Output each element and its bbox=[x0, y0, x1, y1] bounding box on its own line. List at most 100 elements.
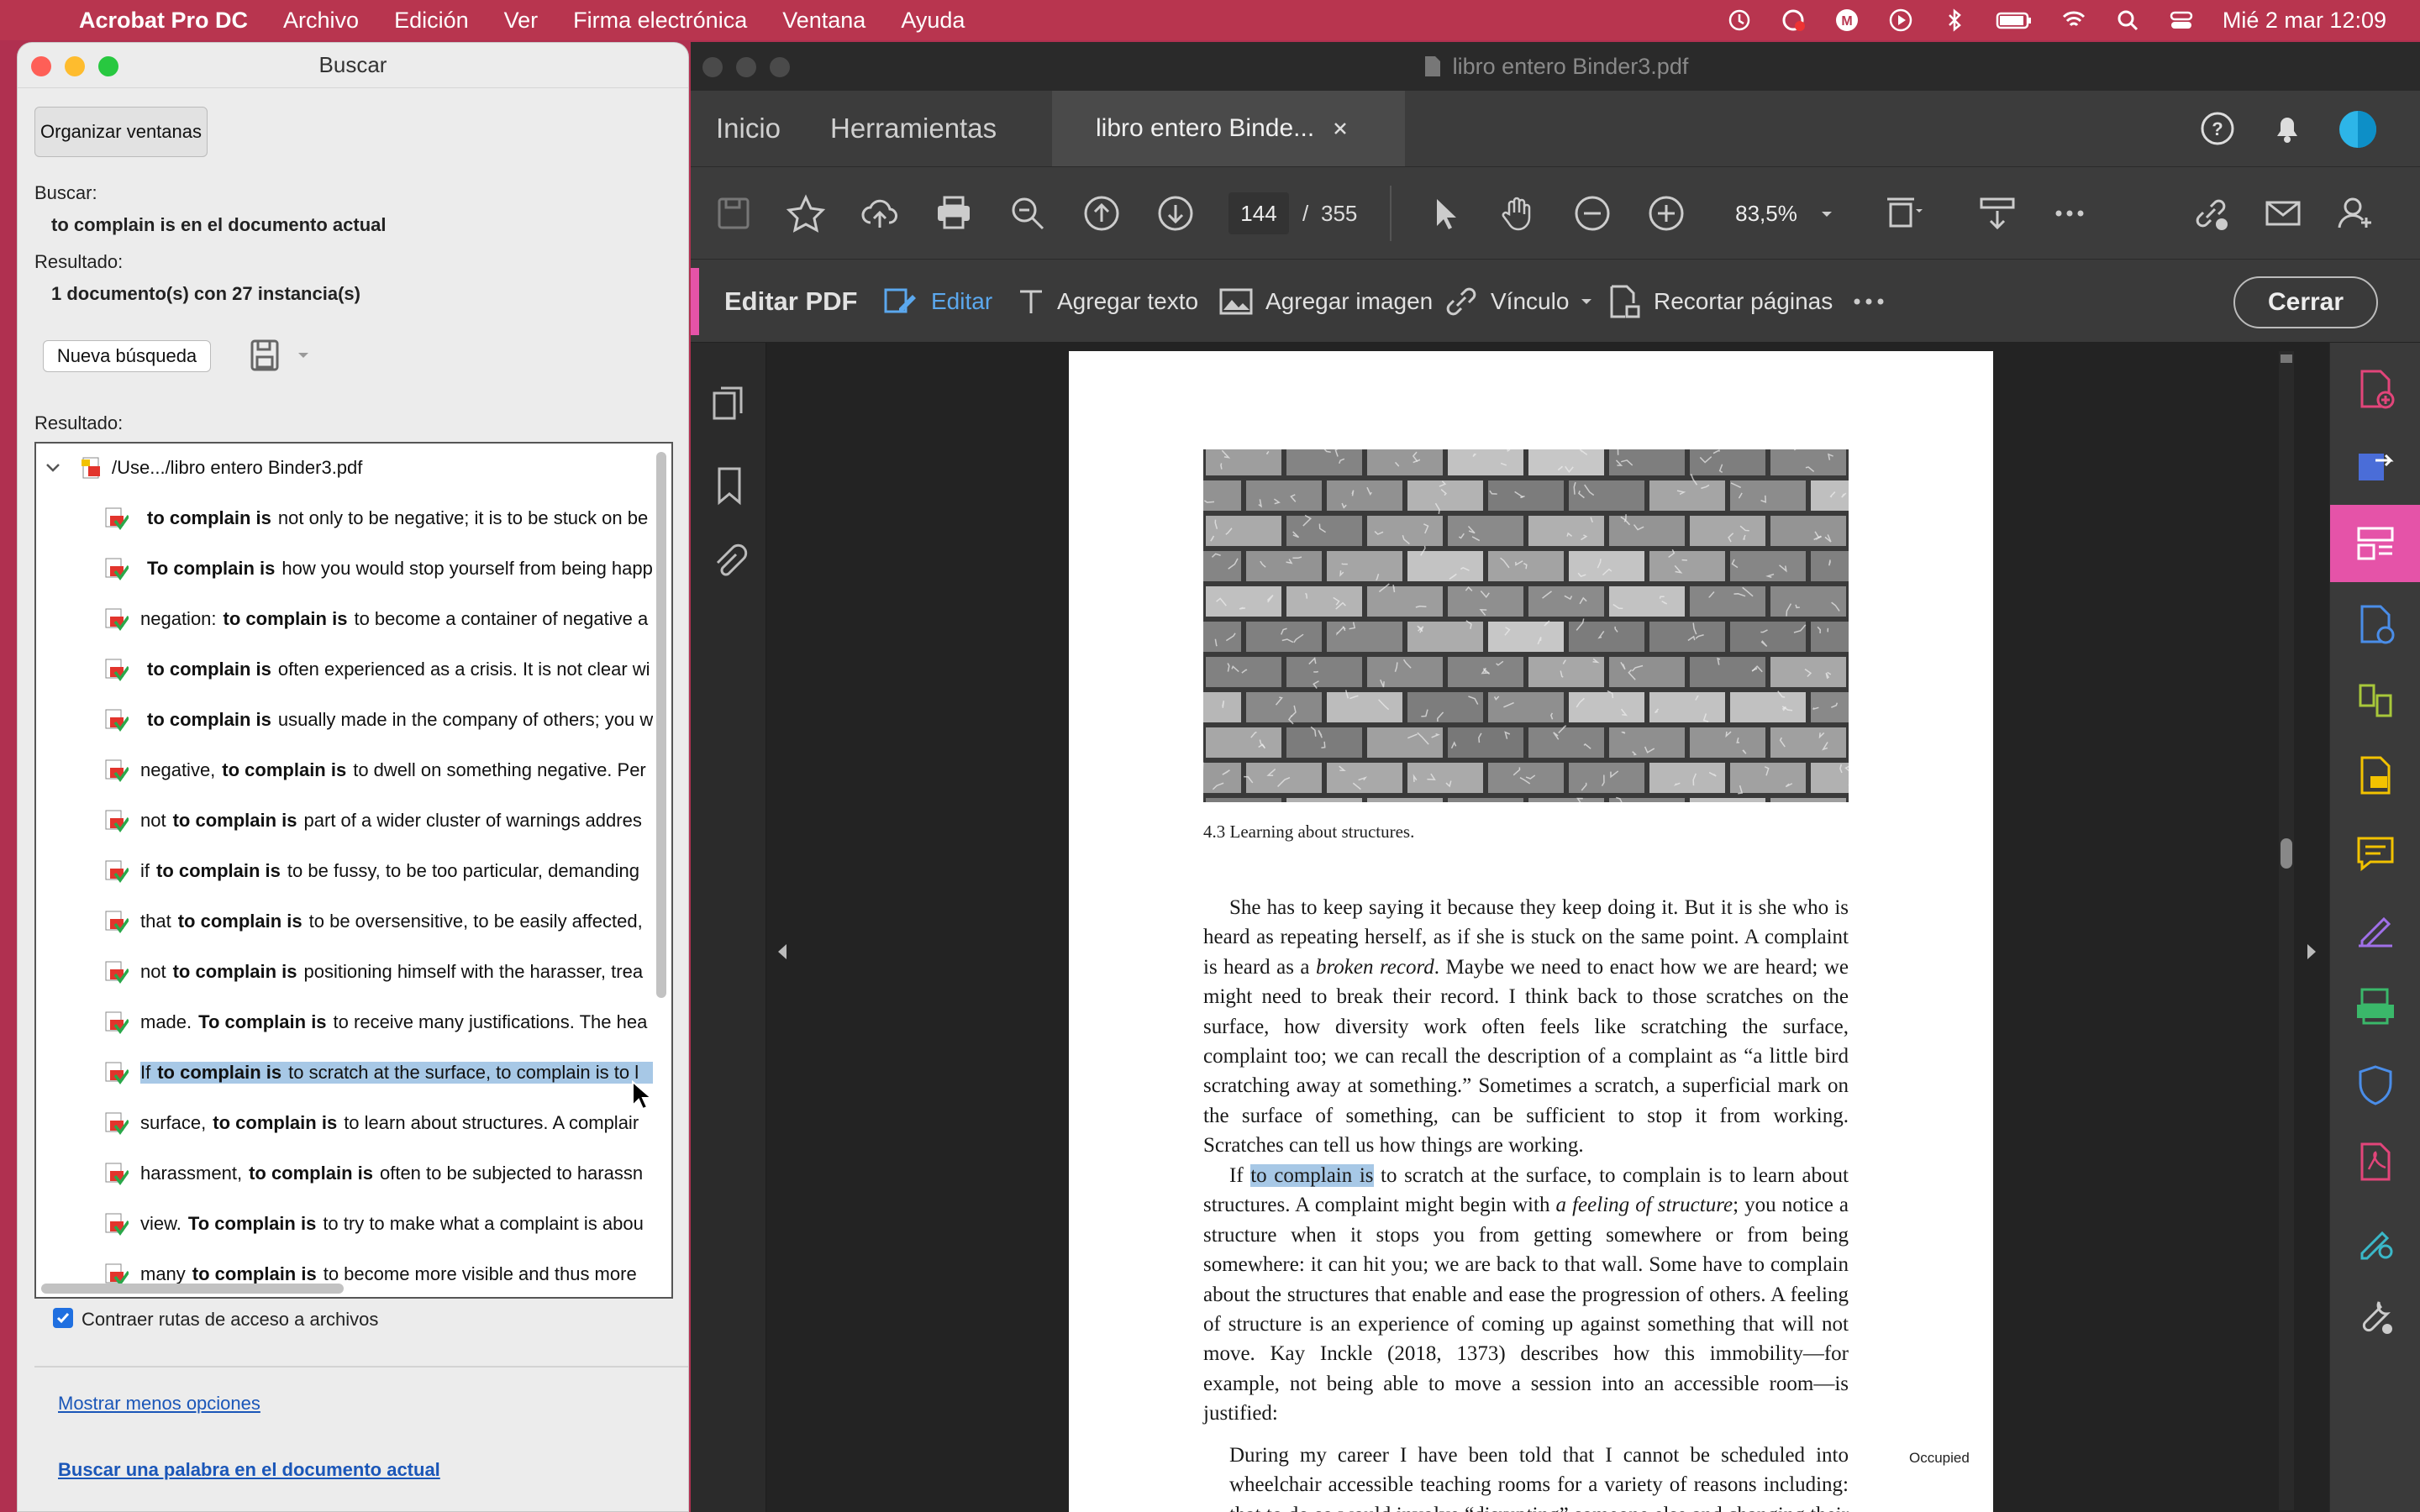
fewer-options-link[interactable]: Mostrar menos opciones bbox=[58, 1393, 260, 1415]
export-pdf-icon[interactable] bbox=[2354, 445, 2397, 489]
new-search-button[interactable]: Nueva búsqueda bbox=[43, 340, 211, 372]
bookmark-icon[interactable] bbox=[713, 465, 746, 507]
comment-icon[interactable] bbox=[2354, 832, 2397, 875]
results-list[interactable]: /Use.../libro entero Binder3.pdf to comp… bbox=[34, 442, 673, 1299]
tab-inicio[interactable]: Inicio bbox=[716, 91, 781, 166]
comment-file-icon[interactable] bbox=[2354, 754, 2397, 798]
zoom-search-icon[interactable] bbox=[1007, 192, 1049, 234]
save-icon[interactable] bbox=[250, 339, 280, 372]
collapse-paths-checkbox[interactable] bbox=[53, 1308, 73, 1328]
star-icon[interactable] bbox=[785, 192, 827, 234]
control-center-icon[interactable] bbox=[2169, 8, 2194, 33]
next-page-icon[interactable] bbox=[1155, 192, 1197, 234]
battery-icon[interactable] bbox=[1996, 8, 2033, 33]
link-button[interactable]: Vínculo bbox=[1444, 260, 1592, 344]
more-tools-wrench-icon[interactable] bbox=[2354, 1295, 2397, 1339]
collapse-right-panel-icon[interactable] bbox=[2304, 942, 2319, 961]
menu-ayuda[interactable]: Ayuda bbox=[901, 8, 965, 34]
close-tab-icon[interactable] bbox=[1333, 121, 1348, 136]
tab-document[interactable]: libro entero Binde... bbox=[1052, 91, 1405, 166]
results-file-row[interactable]: /Use.../libro entero Binder3.pdf bbox=[36, 444, 671, 492]
search-result-row[interactable]: negative, to complain is to dwell on somet… bbox=[36, 746, 671, 795]
search-result-row[interactable]: To complain is how you would stop yoursel… bbox=[36, 544, 671, 593]
wifi-icon[interactable] bbox=[2061, 8, 2086, 33]
menu-app-name[interactable]: Acrobat Pro DC bbox=[79, 8, 248, 34]
bluetooth-icon[interactable] bbox=[1942, 8, 1967, 33]
search-result-row[interactable]: not to complain is part of a wider cluster… bbox=[36, 796, 671, 845]
zoom-level-select[interactable]: 83,5% bbox=[1707, 192, 1825, 234]
cloud-upload-icon[interactable] bbox=[859, 192, 901, 234]
document-vertical-scrollbar[interactable] bbox=[2279, 351, 2294, 1510]
crop-pages-button[interactable]: Recortar páginas bbox=[1607, 260, 1833, 344]
add-user-icon[interactable] bbox=[2334, 192, 2376, 234]
close-edit-button[interactable]: Cerrar bbox=[2233, 276, 2378, 328]
email-icon[interactable] bbox=[2262, 192, 2304, 234]
minimize-window-button[interactable] bbox=[736, 57, 756, 77]
select-cursor-icon[interactable] bbox=[1423, 192, 1465, 234]
fill-sign-icon[interactable] bbox=[2354, 907, 2397, 951]
zoom-out-icon[interactable] bbox=[1571, 192, 1613, 234]
notifications-bell-icon[interactable] bbox=[2270, 111, 2304, 146]
user-avatar[interactable] bbox=[2338, 109, 2378, 150]
edit-pdf-tool-active[interactable] bbox=[2330, 505, 2420, 582]
search-result-row[interactable]: made. To complain is to receive many justi… bbox=[36, 998, 671, 1047]
play-icon[interactable] bbox=[1888, 8, 1913, 33]
chevron-down-icon[interactable] bbox=[45, 459, 61, 476]
search-result-row[interactable]: that to complain is to be oversensitive, t… bbox=[36, 897, 671, 946]
organize-pages-icon[interactable] bbox=[2354, 679, 2397, 722]
menu-edicion[interactable]: Edición bbox=[394, 8, 469, 34]
page-fit-icon[interactable] bbox=[1882, 192, 1924, 234]
request-signatures-icon[interactable] bbox=[2354, 603, 2397, 647]
search-result-row[interactable]: view. To complain is to try to make what a… bbox=[36, 1200, 671, 1248]
chevron-down-icon[interactable] bbox=[297, 350, 310, 360]
search-result-row[interactable]: If to complain is to scratch at the surfac… bbox=[36, 1048, 671, 1097]
creative-cloud-icon[interactable] bbox=[1781, 8, 1806, 33]
protect-shield-icon[interactable] bbox=[2354, 1063, 2397, 1107]
scrollbar-thumb[interactable] bbox=[2281, 838, 2292, 869]
results-vertical-scrollbar[interactable] bbox=[656, 452, 666, 998]
acrobat-pdf-icon[interactable] bbox=[2354, 1141, 2397, 1184]
save-icon[interactable] bbox=[713, 192, 755, 234]
more-options-icon[interactable] bbox=[1850, 288, 1887, 315]
collapse-paths-label[interactable]: Contraer rutas de acceso a archivos bbox=[82, 1309, 378, 1331]
create-pdf-icon[interactable] bbox=[2354, 368, 2397, 412]
tab-herramientas[interactable]: Herramientas bbox=[830, 91, 997, 166]
scan-ocr-icon[interactable] bbox=[2354, 984, 2397, 1028]
add-image-button[interactable]: Agregar imagen bbox=[1218, 260, 1433, 344]
search-result-row[interactable]: to complain is usually made in the compan… bbox=[36, 696, 671, 744]
spotlight-search-icon[interactable] bbox=[2115, 8, 2140, 33]
organize-windows-button[interactable]: Organizar ventanas bbox=[34, 107, 208, 157]
menu-ver[interactable]: Ver bbox=[504, 8, 539, 34]
collapse-left-panel-icon[interactable] bbox=[775, 942, 790, 961]
search-result-row[interactable]: harassment, to complain is often to be sub… bbox=[36, 1149, 671, 1198]
minimize-window-button[interactable] bbox=[65, 56, 85, 76]
scroll-up-arrow[interactable] bbox=[2281, 354, 2292, 363]
measure-tool-icon[interactable] bbox=[1976, 192, 2018, 234]
close-window-button[interactable] bbox=[31, 56, 51, 76]
menu-firma[interactable]: Firma electrónica bbox=[573, 8, 747, 34]
certificates-pen-icon[interactable] bbox=[2354, 1220, 2397, 1263]
print-icon[interactable] bbox=[933, 192, 975, 234]
menu-archivo[interactable]: Archivo bbox=[283, 8, 359, 34]
attachment-paperclip-icon[interactable] bbox=[711, 541, 748, 583]
add-text-button[interactable]: Agregar texto bbox=[1017, 260, 1198, 344]
previous-page-icon[interactable] bbox=[1081, 192, 1123, 234]
malwarebytes-icon[interactable]: M bbox=[1834, 8, 1860, 33]
chevron-down-icon[interactable] bbox=[1820, 209, 1833, 219]
search-result-row[interactable]: negation: to complain is to become a conta… bbox=[36, 595, 671, 643]
search-result-row[interactable]: to complain is often experienced as a cri… bbox=[36, 645, 671, 694]
share-link-icon[interactable] bbox=[2190, 192, 2232, 234]
menu-ventana[interactable]: Ventana bbox=[782, 8, 865, 34]
more-options-icon[interactable] bbox=[2049, 192, 2091, 234]
page-number-input[interactable]: 144 bbox=[1228, 192, 1289, 234]
edit-button[interactable]: Editar bbox=[882, 260, 992, 344]
close-window-button[interactable] bbox=[702, 57, 723, 77]
zoom-in-icon[interactable] bbox=[1645, 192, 1687, 234]
zoom-window-button[interactable] bbox=[770, 57, 790, 77]
time-machine-icon[interactable] bbox=[1727, 8, 1752, 33]
find-word-link[interactable]: Buscar una palabra en el documento actua… bbox=[58, 1459, 440, 1481]
search-result-row[interactable]: surface, to complain is to learn about str… bbox=[36, 1099, 671, 1147]
help-icon[interactable]: ? bbox=[2200, 111, 2235, 146]
zoom-window-button[interactable] bbox=[98, 56, 118, 76]
page-thumbnails-icon[interactable] bbox=[709, 385, 748, 425]
